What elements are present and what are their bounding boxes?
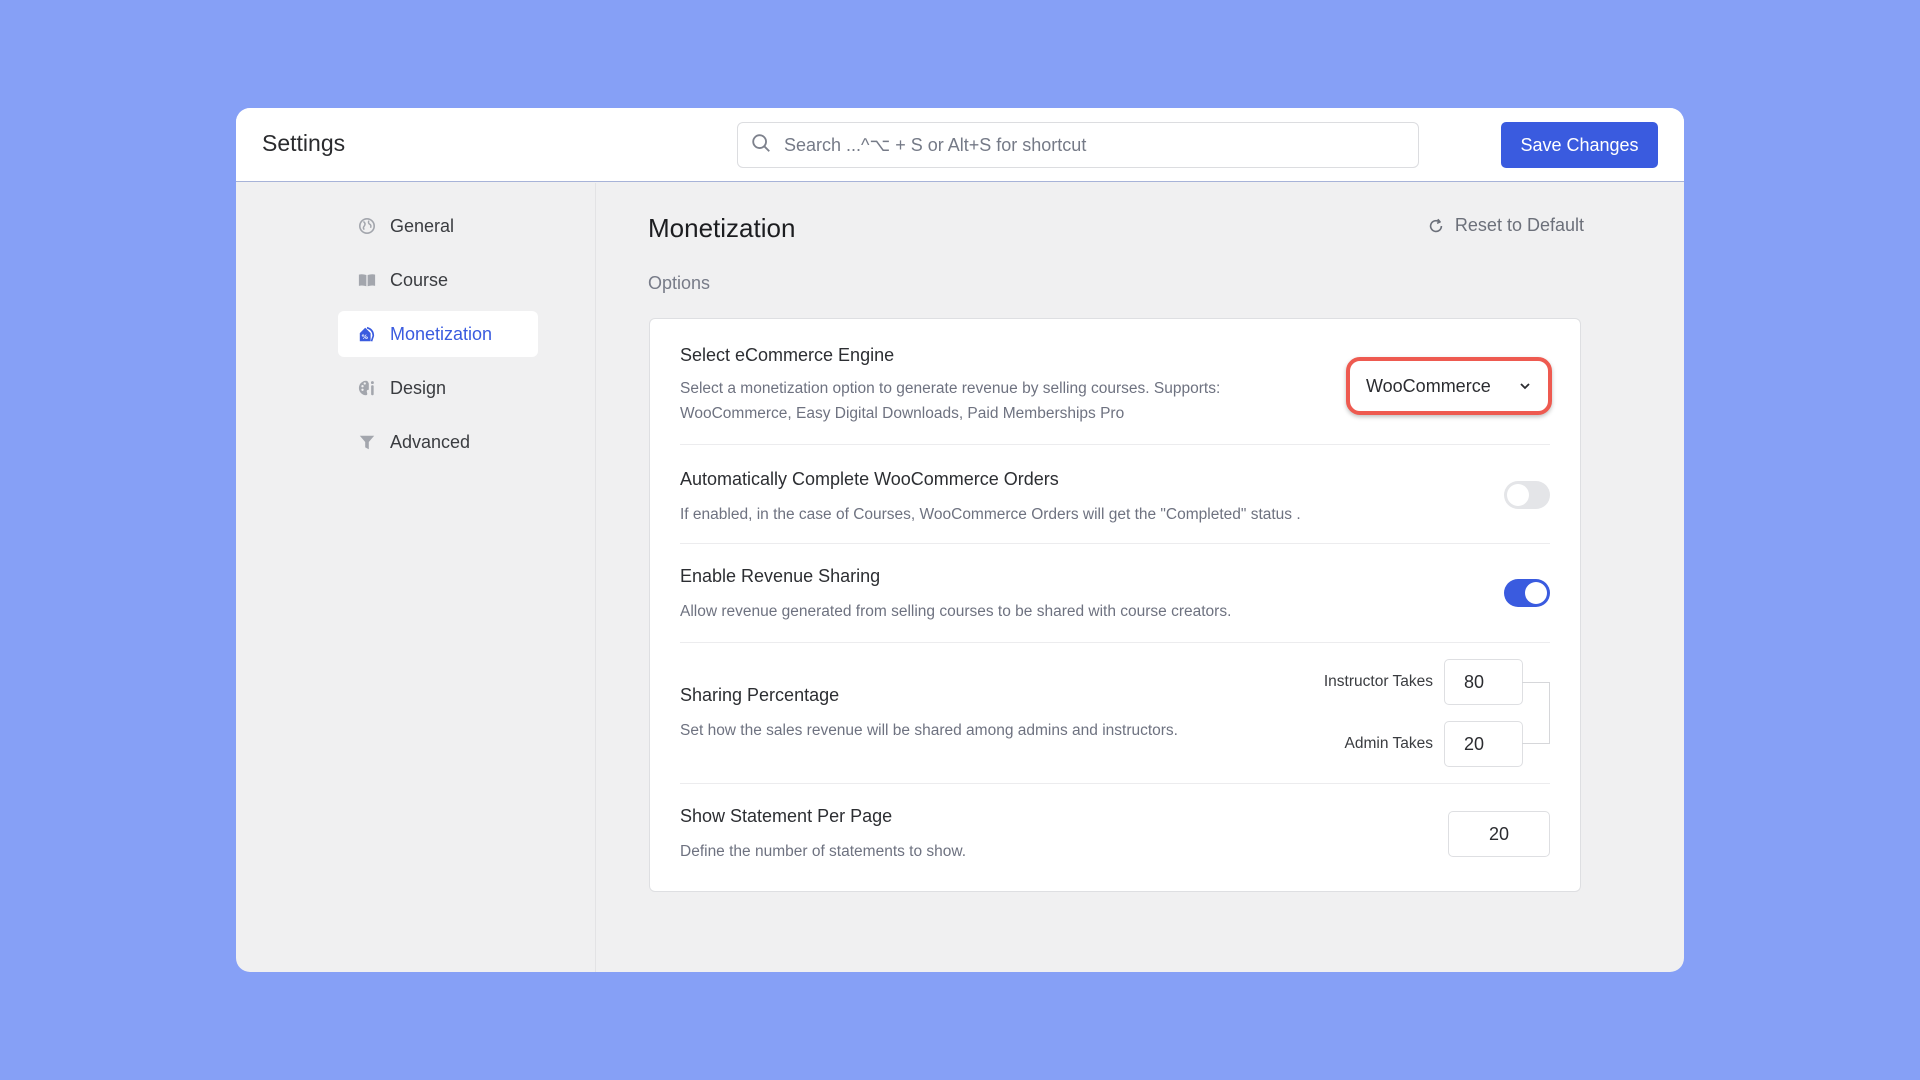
setting-description: If enabled, in the case of Courses, WooC… [680, 506, 1301, 523]
setting-statement-per-page: Show Statement Per Page Define the numbe… [680, 784, 1550, 892]
setting-title: Enable Revenue Sharing [680, 566, 881, 586]
sidebar-item-label: Advanced [390, 431, 471, 452]
search-icon [750, 132, 772, 159]
palette-icon [358, 379, 376, 397]
reset-to-default-button[interactable]: Reset to Default [1427, 215, 1584, 236]
sidebar-item-advanced[interactable]: Advanced [338, 419, 538, 465]
setting-auto-complete-orders: Automatically Complete WooCommerce Order… [680, 445, 1550, 544]
sidebar-item-general[interactable]: General [338, 203, 538, 249]
admin-takes-label: Admin Takes [1344, 735, 1433, 752]
book-icon [358, 271, 376, 289]
setting-revenue-sharing: Enable Revenue Sharing Allow revenue gen… [680, 544, 1550, 643]
setting-sharing-percentage: Sharing Percentage Set how the sales rev… [680, 643, 1550, 784]
setting-title: Show Statement Per Page [680, 806, 893, 826]
search-box[interactable] [737, 122, 1419, 168]
filter-icon [358, 433, 376, 451]
sidebar-item-label: Course [390, 269, 449, 290]
page-title: Monetization [648, 213, 796, 243]
sidebar-item-design[interactable]: Design [338, 365, 538, 411]
sidebar: General Course % Monetization Design Adv… [236, 183, 596, 972]
save-changes-button[interactable]: Save Changes [1501, 122, 1658, 168]
app-title: Settings [262, 130, 346, 156]
setting-description: Allow revenue generated from selling cou… [680, 603, 1232, 620]
globe-icon [358, 217, 376, 235]
sidebar-item-label: General [390, 215, 455, 236]
instructor-takes-input[interactable] [1444, 659, 1523, 705]
sidebar-item-course[interactable]: Course [338, 257, 538, 303]
svg-text:%: % [362, 334, 369, 341]
selected-value: WooCommerce [1366, 375, 1491, 396]
statement-per-page-input[interactable] [1448, 811, 1550, 857]
search-input[interactable] [784, 134, 1418, 156]
options-card: Select eCommerce Engine Select a monetiz… [649, 318, 1581, 892]
top-bar: Settings Save Changes [236, 108, 1684, 182]
setting-ecommerce-engine: Select eCommerce Engine Select a monetiz… [680, 345, 1552, 445]
sidebar-item-monetization[interactable]: % Monetization [338, 311, 538, 357]
ecommerce-engine-select[interactable]: WooCommerce [1346, 357, 1552, 415]
chevron-down-icon [1518, 379, 1532, 393]
revenue-sharing-toggle[interactable] [1504, 579, 1550, 607]
sidebar-item-label: Design [390, 377, 447, 398]
sidebar-nav: General Course % Monetization Design Adv… [338, 203, 538, 473]
section-label-options: Options [648, 273, 711, 293]
price-tag-icon: % [358, 325, 376, 343]
auto-complete-toggle[interactable] [1504, 481, 1550, 509]
reset-label: Reset to Default [1454, 215, 1584, 235]
sidebar-item-label: Monetization [390, 323, 493, 344]
setting-description: Define the number of statements to show. [680, 843, 967, 860]
instructor-takes-label: Instructor Takes [1323, 673, 1433, 690]
toggle-knob [1525, 582, 1547, 604]
main-content: Monetization Reset to Default Options Se… [648, 183, 1584, 972]
settings-window: Settings Save Changes General Course [236, 108, 1684, 972]
refresh-icon [1427, 217, 1455, 235]
percentage-link-bracket [1522, 682, 1550, 744]
setting-title: Automatically Complete WooCommerce Order… [680, 469, 1059, 489]
toggle-knob [1507, 484, 1529, 506]
admin-takes-input[interactable] [1444, 721, 1523, 767]
